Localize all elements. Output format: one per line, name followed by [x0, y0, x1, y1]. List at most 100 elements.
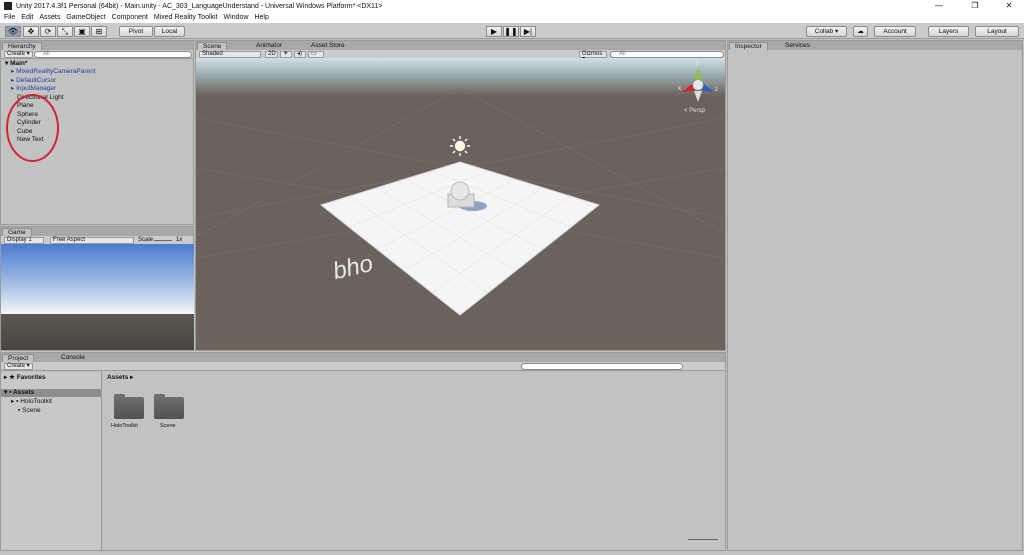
scale-tool-icon[interactable]: ⤡: [57, 26, 73, 37]
tab-project[interactable]: Project: [2, 354, 35, 362]
tree-item-scene[interactable]: ▪ Scene: [18, 407, 41, 415]
effects-icon[interactable]: ▭: [308, 51, 324, 58]
tab-services[interactable]: Services: [780, 42, 815, 50]
tab-project-label: Project: [8, 355, 29, 362]
tab-scene[interactable]: Scene: [197, 42, 228, 50]
menu-file[interactable]: File: [4, 14, 15, 21]
scene-view[interactable]: x z y < Persp bho: [196, 58, 725, 350]
annotation-circle: [6, 94, 59, 162]
project-create-button[interactable]: Create ▾: [4, 363, 33, 370]
pause-button[interactable]: ❚❚: [503, 26, 519, 37]
collab-button[interactable]: Collab ▾: [806, 26, 847, 37]
step-button[interactable]: ▶|: [520, 26, 536, 37]
tab-game[interactable]: Game: [2, 228, 32, 236]
hierarchy-item-label: DefaultCursor: [16, 77, 57, 84]
favorites-label: Favorites: [16, 374, 46, 381]
game-ground: [1, 314, 194, 350]
tab-asset-store-label: Asset Store: [311, 42, 345, 49]
tab-animator-label: Animator: [256, 42, 283, 49]
scene-tabbar: Scene Animator Asset Store: [196, 41, 725, 50]
scene-svg: [196, 68, 725, 316]
tab-hierarchy[interactable]: Hierarchy: [2, 42, 42, 50]
tab-animator[interactable]: Animator: [251, 42, 287, 50]
menu-mixed-reality-toolkit[interactable]: Mixed Reality Toolkit: [154, 14, 218, 21]
unity-logo-icon: [4, 2, 12, 10]
icon-size-slider[interactable]: [688, 539, 718, 540]
rect-tool-icon[interactable]: ▣: [74, 26, 90, 37]
tab-console[interactable]: Console: [56, 354, 90, 362]
menu-edit[interactable]: Edit: [21, 14, 33, 21]
folder-icon[interactable]: [114, 394, 144, 419]
menu-help[interactable]: Help: [254, 14, 268, 21]
cylinder-object[interactable]: [450, 181, 470, 201]
tab-asset-store[interactable]: Asset Store: [306, 42, 350, 50]
local-toggle[interactable]: Local: [154, 26, 185, 37]
layers-dropdown[interactable]: Layers: [928, 26, 969, 37]
menu-gameobject[interactable]: GameObject: [66, 14, 105, 21]
hierarchy-item-label: InputManager: [16, 85, 57, 92]
hierarchy-item[interactable]: ▸ InputManager: [11, 85, 56, 93]
account-dropdown[interactable]: Account: [874, 26, 916, 37]
project-tabbar: Project Console: [1, 353, 725, 362]
hierarchy-toolbar: Create ▾ All: [1, 50, 193, 59]
move-tool-icon[interactable]: ✥: [23, 26, 39, 37]
tab-services-label: Services: [785, 42, 810, 49]
2d-toggle[interactable]: 2D: [265, 51, 278, 58]
tree-item-holotoolkit[interactable]: ▸ ▪ HoloToolkit: [11, 398, 52, 406]
project-panel: Project Console Create ▾ ▸ ★ Favorites ▾…: [0, 352, 726, 551]
assets-label: Assets: [12, 389, 35, 396]
menu-assets[interactable]: Assets: [39, 14, 60, 21]
light-icon[interactable]: [450, 136, 470, 156]
audio-icon[interactable]: ◂): [294, 51, 306, 58]
game-view[interactable]: [1, 244, 194, 350]
main-toolbar: 👁 ✥ ⟳ ⤡ ▣ ⊞ Pivot Local ▶ ❚❚ ▶| Collab ▾…: [0, 23, 1024, 39]
transform-tool-icon[interactable]: ⊞: [91, 26, 107, 37]
tab-console-label: Console: [61, 354, 85, 361]
tab-hierarchy-label: Hierarchy: [8, 43, 36, 50]
hierarchy-item[interactable]: ▸ MixedRealityCameraParent: [11, 68, 96, 76]
shading-dropdown[interactable]: Shaded: [199, 51, 261, 58]
favorites-item[interactable]: ▸ ★ Favorites: [4, 374, 46, 382]
lighting-icon[interactable]: ☀: [280, 51, 292, 58]
menu-bar: File Edit Assets GameObject Component Mi…: [0, 12, 1024, 23]
pivot-label: Pivot: [128, 28, 144, 35]
menu-window[interactable]: Window: [224, 14, 249, 21]
breadcrumb[interactable]: Assets ▸: [107, 373, 133, 381]
hand-tool-icon[interactable]: 👁: [5, 26, 21, 37]
scale-value: 1x: [176, 237, 183, 243]
pivot-toggle[interactable]: Pivot: [119, 26, 153, 37]
display-dropdown[interactable]: Display 1: [4, 237, 44, 244]
layout-dropdown[interactable]: Layout: [975, 26, 1019, 37]
assets-item[interactable]: ▾ ▪ Assets: [1, 389, 101, 397]
play-button[interactable]: ▶: [486, 26, 502, 37]
menu-component[interactable]: Component: [112, 14, 148, 21]
hierarchy-item[interactable]: ▸ DefaultCursor: [11, 77, 56, 85]
scene-search-input[interactable]: All: [610, 51, 724, 58]
folder-icon[interactable]: [154, 394, 184, 419]
close-button[interactable]: ✕: [994, 0, 1024, 12]
project-search-input[interactable]: [521, 363, 683, 370]
aspect-dropdown[interactable]: Free Aspect: [50, 237, 134, 244]
orientation-gizmo[interactable]: [682, 68, 714, 102]
tab-inspector[interactable]: Inspector: [729, 42, 768, 50]
rotate-tool-icon[interactable]: ⟳: [40, 26, 56, 37]
project-toolbar: Create ▾: [1, 362, 725, 371]
cloud-icon[interactable]: ☁: [853, 26, 868, 37]
scene-root[interactable]: ▾ Main*: [5, 60, 27, 68]
scale-slider[interactable]: [154, 240, 172, 241]
folder-label: HoloToolkit: [111, 423, 138, 429]
hierarchy-create-button[interactable]: Create ▾: [4, 51, 33, 58]
game-tabbar: Game: [1, 227, 193, 236]
hierarchy-tabbar: Hierarchy: [1, 41, 193, 50]
tab-game-label: Game: [8, 229, 26, 236]
folder-label: Scene: [160, 423, 176, 429]
gizmos-dropdown[interactable]: Gizmos ▾: [579, 51, 607, 62]
minimize-button[interactable]: —: [924, 0, 954, 12]
tree-item-label: HoloToolkit: [20, 398, 52, 405]
axis-x-label: x: [678, 86, 681, 92]
hierarchy-search-input[interactable]: All: [34, 51, 192, 58]
perspective-label[interactable]: < Persp: [684, 108, 705, 114]
axis-z-label: z: [715, 87, 718, 93]
inspector-tabbar: Inspector Services: [728, 41, 1022, 50]
maximize-button[interactable]: ❐: [960, 0, 990, 12]
